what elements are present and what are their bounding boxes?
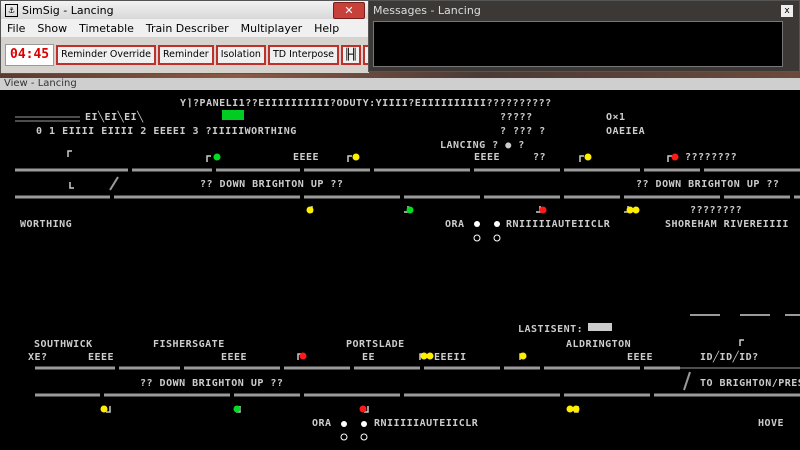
menu-bar: File Show Timetable Train Describer Mult… [1, 19, 369, 37]
signal-yellow [420, 352, 428, 360]
menu-show[interactable]: Show [31, 22, 73, 35]
right-question-text-2: ? ??? ? [500, 126, 546, 137]
ora-label: ORA [312, 418, 332, 429]
signal-yellow [566, 405, 574, 413]
panel-active-indicator [222, 110, 244, 120]
signal-red [539, 206, 547, 214]
signal-yellow [632, 206, 640, 214]
td-berth[interactable]: ???????? [690, 205, 742, 216]
auto-label: RNIIIIIAUTEIICLR [374, 418, 479, 429]
top-header-text: Y⌉?PANELI1??EIIIIIIIIII?ODUTY:YIIII?EIII… [180, 98, 552, 109]
signal-red [299, 352, 307, 360]
simsig-main-window: ⚓ SimSig - Lancing ✕ File Show Timetable… [0, 0, 386, 74]
td-berth[interactable]: EEEE [88, 352, 114, 363]
ei-row-text: EI╲EI╲EI╲ [85, 112, 144, 123]
main-titlebar[interactable]: ⚓ SimSig - Lancing [1, 1, 369, 19]
simsig-app-icon: ⚓ [5, 3, 18, 17]
station-fishersgate: FISHERSGATE [153, 339, 225, 350]
track-breaks [100, 167, 794, 398]
lastisent-label: LASTISENT: [518, 324, 584, 335]
indicator-dot [341, 421, 347, 427]
to-brighton-label: TO BRIGHTON/PRES [700, 378, 800, 389]
signal-tool-icon[interactable]: ╟╢ [341, 45, 362, 65]
signal-green [406, 206, 414, 214]
td-berth[interactable]: EEEE [627, 352, 653, 363]
td-berth[interactable]: EEEII [434, 352, 467, 363]
indicator-dot [361, 421, 367, 427]
main-title: SimSig - Lancing [22, 3, 114, 17]
close-button[interactable]: ✕ [333, 2, 365, 19]
station-worthing: WORTHING [20, 219, 73, 230]
station-portslade: PORTSLADE [346, 339, 405, 350]
crossover [109, 176, 119, 191]
signal-yellow [352, 153, 360, 161]
signal-red [671, 153, 679, 161]
messages-title: Messages - Lancing [373, 4, 481, 17]
signal-yellow [306, 206, 314, 214]
id-row-text: ID╱ID╱ID? [700, 352, 759, 363]
lancing-label: LANCING ? ● ? [440, 140, 525, 151]
reminder-override-button[interactable]: Reminder Override [56, 45, 156, 65]
menu-help[interactable]: Help [308, 22, 345, 35]
td-berth[interactable]: EEEE [221, 352, 247, 363]
station-shoreham: SHOREHAM RIVEREIIII [665, 219, 789, 230]
menu-timetable[interactable]: Timetable [73, 22, 140, 35]
menu-train-describer[interactable]: Train Describer [140, 22, 235, 35]
td-berth[interactable]: ???????? [685, 152, 737, 163]
indicator-dot [474, 221, 480, 227]
auto-label: RNIIIIIAUTEIICLR [506, 219, 611, 230]
track-diagram-view[interactable]: Y⌉?PANELI1??EIIIIIIIIII?ODUTY:YIIII?EIII… [0, 90, 800, 450]
messages-list[interactable] [373, 21, 783, 67]
td-berth[interactable]: ?? [533, 152, 546, 163]
sim-clock[interactable]: 04:45 [5, 44, 55, 66]
signal-red [359, 405, 367, 413]
ora-label: ORA [445, 219, 465, 230]
signal-yellow [572, 405, 580, 413]
signal-yellow [100, 405, 108, 413]
td-berth[interactable]: EE [362, 352, 375, 363]
signal-green [233, 405, 241, 413]
indicator-ring [493, 234, 501, 242]
signal-green [213, 153, 221, 161]
line-direction-label: ?? DOWN BRIGHTON UP ?? [200, 179, 344, 190]
view-title: View - Lancing [0, 78, 800, 90]
reminder-button[interactable]: Reminder [157, 45, 214, 65]
lastisent-indicator [588, 323, 612, 331]
xe-label: XE? [28, 352, 48, 363]
ox1-text: O×1 [606, 112, 626, 123]
td-berth[interactable]: EEEE [293, 152, 319, 163]
right-question-text: ????? [500, 112, 533, 123]
crossover [683, 371, 691, 391]
indicator-ring [340, 433, 348, 441]
signal-yellow [584, 153, 592, 161]
line-direction-label: ?? DOWN BRIGHTON UP ?? [140, 378, 284, 389]
indicator-ring [473, 234, 481, 242]
station-hove: HOVE [758, 418, 785, 429]
oaeiea-text: OAEIEA [606, 126, 646, 137]
td-interpose-button[interactable]: TD Interpose [267, 45, 340, 65]
menu-multiplayer[interactable]: Multiplayer [235, 22, 308, 35]
station-southwick: SOUTHWICK [34, 339, 93, 350]
numbers-row-text: 0 1 EIIII EIIII 2 EEEEI 3 ?IIIIIWORTHING [36, 126, 297, 137]
isolation-button[interactable]: Isolation [215, 45, 266, 65]
signal-posts [67, 150, 744, 413]
indicator-ring [360, 433, 368, 441]
signal-yellow [626, 206, 634, 214]
signal-yellow [519, 352, 527, 360]
menu-file[interactable]: File [1, 22, 31, 35]
indicator-dot [494, 221, 500, 227]
td-berth[interactable]: EEEE [474, 152, 500, 163]
messages-window: Messages - Lancing x [368, 0, 800, 72]
signal-yellow [426, 352, 434, 360]
track-layout [15, 110, 800, 441]
station-aldrington: ALDRINGTON [566, 339, 632, 350]
track-lines [15, 116, 800, 397]
line-direction-label: ?? DOWN BRIGHTON UP ?? [636, 179, 780, 190]
messages-close-icon[interactable]: x [781, 5, 793, 17]
toolbar: 04:45 Reminder Override Reminder Isolati… [5, 43, 386, 67]
